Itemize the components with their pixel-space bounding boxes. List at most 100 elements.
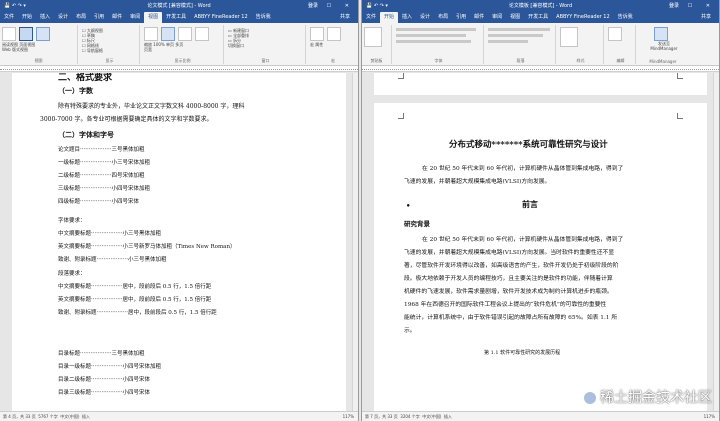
nav-pane-check[interactable]: 导航窗格 — [87, 48, 103, 53]
table-caption: 第 1.1 软件可靠性研究的发展历程 — [484, 350, 561, 356]
tab-layout[interactable]: 布局 — [72, 12, 90, 23]
paragraph-rule-row: 致谢、附录标题··················居中，段前段后 0.5 行，1… — [58, 310, 217, 316]
desktop: 💾 ↶ ↷ ▾ 论文模式 [兼容模式] - Word 登录 — ☐ ✕ 文件 开始… — [0, 0, 720, 421]
group-styles: 样式 — [558, 25, 604, 64]
tab-view[interactable]: 视图 — [144, 12, 163, 23]
group-label: 宏 — [331, 58, 335, 63]
font-name-select[interactable] — [396, 28, 476, 31]
zoom-icon[interactable] — [144, 27, 158, 41]
zoom-level[interactable]: 117% — [704, 412, 715, 421]
tell-me-search[interactable]: 告诉我 — [252, 12, 275, 23]
page-count[interactable]: 第 7 页，共 33 页 — [365, 414, 398, 419]
research-background-heading: 研究背景 — [404, 220, 430, 228]
toc-rule-row: 目录一级标题··················小四号宋体加粗 — [58, 364, 162, 370]
tab-references[interactable]: 引用 — [452, 12, 470, 23]
tab-mailings[interactable]: 邮件 — [108, 12, 126, 23]
subheading-font-requirements: 字体要求： — [58, 218, 86, 224]
document-page[interactable]: 二、格式要求 （一）字数 除有特殊要求的专业外，毕业论文正文字数文科 4000-… — [12, 73, 346, 411]
tab-review[interactable]: 审阅 — [488, 12, 506, 23]
tab-design[interactable]: 设计 — [54, 12, 72, 23]
word-count[interactable]: 5767 个字 — [38, 414, 57, 419]
title-bar: 💾 ↶ ↷ ▾ 论文模式 [兼容模式] - Word 登录 — ☐ ✕ — [0, 0, 358, 12]
window-title: 论文模式 [兼容模式] - Word — [147, 3, 211, 9]
zoom-100-label: 100% — [153, 42, 165, 47]
font-rule-row: 二级标题··················四号宋体加粗 — [58, 173, 145, 179]
switch-window-label[interactable]: 切换窗口 — [228, 43, 244, 48]
share-button[interactable]: 共享 — [336, 12, 354, 23]
tab-developer[interactable]: 开发工具 — [162, 12, 190, 23]
tab-view[interactable]: 视图 — [506, 12, 524, 23]
insert-mode[interactable]: 插入 — [444, 414, 452, 419]
tab-review[interactable]: 审阅 — [126, 12, 144, 23]
window-controls[interactable]: — ☐ ✕ — [669, 0, 716, 12]
page-width-label: 页宽 — [144, 47, 152, 52]
tab-file[interactable]: 文件 — [0, 12, 18, 23]
web-layout-button[interactable] — [36, 27, 50, 41]
language[interactable]: 中文(中国) — [60, 414, 79, 419]
ruler[interactable] — [0, 66, 358, 72]
macros-button[interactable] — [310, 27, 324, 41]
read-mode-button[interactable] — [2, 27, 16, 41]
zoom-100-button[interactable] — [161, 27, 175, 41]
preface-heading: 前言 — [522, 199, 538, 209]
corner-mark — [398, 113, 404, 119]
group-font: 字体 — [394, 25, 484, 64]
tab-layout[interactable]: 布局 — [434, 12, 452, 23]
mindmanager-icon[interactable] — [654, 27, 668, 41]
status-bar: 第 4 页，共 33 页 5767 个字 中文(中国) 插入 117% — [0, 411, 358, 421]
language[interactable]: 中文(中国) — [422, 414, 441, 419]
document-page[interactable]: 分布式移动*******系统可靠性研究与设计 在 20 世纪 50 年代末到 6… — [374, 103, 707, 411]
font-color-buttons[interactable] — [396, 40, 471, 43]
group-label: MindManager — [649, 59, 677, 64]
tab-insert[interactable]: 插入 — [36, 12, 54, 23]
tell-me-search[interactable]: 告诉我 — [614, 12, 637, 23]
tab-abbyy[interactable]: ABBYY FineReader 12 — [190, 12, 252, 23]
tab-file[interactable]: 文件 — [362, 12, 380, 23]
ruler[interactable] — [362, 66, 719, 72]
tab-abbyy[interactable]: ABBYY FineReader 12 — [552, 12, 614, 23]
tab-home[interactable]: 开始 — [380, 12, 399, 23]
body-line: 著，尽管软件开发环境得以改善，如高级语言的产生，软件开发仍处于初级阶段的阶 — [404, 263, 619, 269]
document-page-bottom — [374, 73, 707, 95]
section-heading: 二、格式要求 — [58, 73, 113, 83]
requirement-row: 中文摘要标题··················小三号黑体加粗 — [58, 231, 162, 237]
toc-rule-row: 目录二级标题··················小四号宋体 — [58, 377, 151, 383]
document-title: 分布式移动*******系统可靠性研究与设计 — [449, 140, 608, 150]
list-buttons[interactable] — [488, 28, 550, 31]
word-count[interactable]: 3204 个字 — [400, 414, 419, 419]
one-page-button[interactable] — [178, 27, 192, 41]
group-label: 视图 — [34, 58, 43, 63]
paragraph-line: 除有特殊要求的专业外，毕业论文正文字数文科 4000-8000 字，理科 — [58, 103, 245, 110]
subheading-word-count: （一）字数 — [58, 86, 93, 95]
toc-rule-row: 目录标题··················三号黑体加粗 — [58, 351, 145, 357]
paste-icon[interactable] — [364, 27, 382, 47]
tab-mailings[interactable]: 邮件 — [470, 12, 488, 23]
tab-design[interactable]: 设计 — [416, 12, 434, 23]
print-layout-button[interactable] — [19, 27, 33, 41]
group-views: 阅读视图 页面视图 Web 版式视图 视图 — [0, 25, 78, 64]
multi-page-button[interactable] — [195, 27, 209, 41]
tab-references[interactable]: 引用 — [90, 12, 108, 23]
window-controls[interactable]: — ☐ ✕ — [308, 0, 355, 12]
font-format-buttons[interactable] — [396, 34, 466, 37]
vertical-scrollbar[interactable] — [352, 73, 358, 411]
font-rule-row: 四级标题··················小四号宋体 — [58, 199, 140, 205]
tab-home[interactable]: 开始 — [18, 12, 36, 23]
tab-developer[interactable]: 开发工具 — [524, 12, 552, 23]
zoom-level[interactable]: 117% — [343, 412, 354, 421]
properties-button[interactable] — [327, 27, 341, 41]
page-count[interactable]: 第 4 页，共 33 页 — [3, 414, 36, 419]
multi-page-label: 多页 — [175, 42, 184, 47]
vertical-scrollbar[interactable] — [713, 73, 719, 411]
group-window: ▭ 新建窗口 ▭ 全部重排 ▭ 拆分 切换窗口 窗口 — [226, 25, 306, 64]
tab-insert[interactable]: 插入 — [398, 12, 416, 23]
body-line: 段。极大地依赖于开发人员的编程技巧，且主要关注的是软件的功能，伴随着计算 — [404, 276, 613, 282]
ribbon-tabs: 文件 开始 插入 设计 布局 引用 邮件 审阅 视图 开发工具 ABBYY FineReader 1… — [0, 12, 358, 23]
styles-gallery[interactable] — [560, 27, 578, 47]
find-icon[interactable] — [608, 27, 622, 41]
align-buttons[interactable] — [488, 34, 543, 37]
shading-buttons[interactable] — [488, 40, 528, 43]
insert-mode[interactable]: 插入 — [82, 414, 90, 419]
share-button[interactable]: 共享 — [697, 12, 715, 23]
corner-mark — [677, 73, 683, 79]
